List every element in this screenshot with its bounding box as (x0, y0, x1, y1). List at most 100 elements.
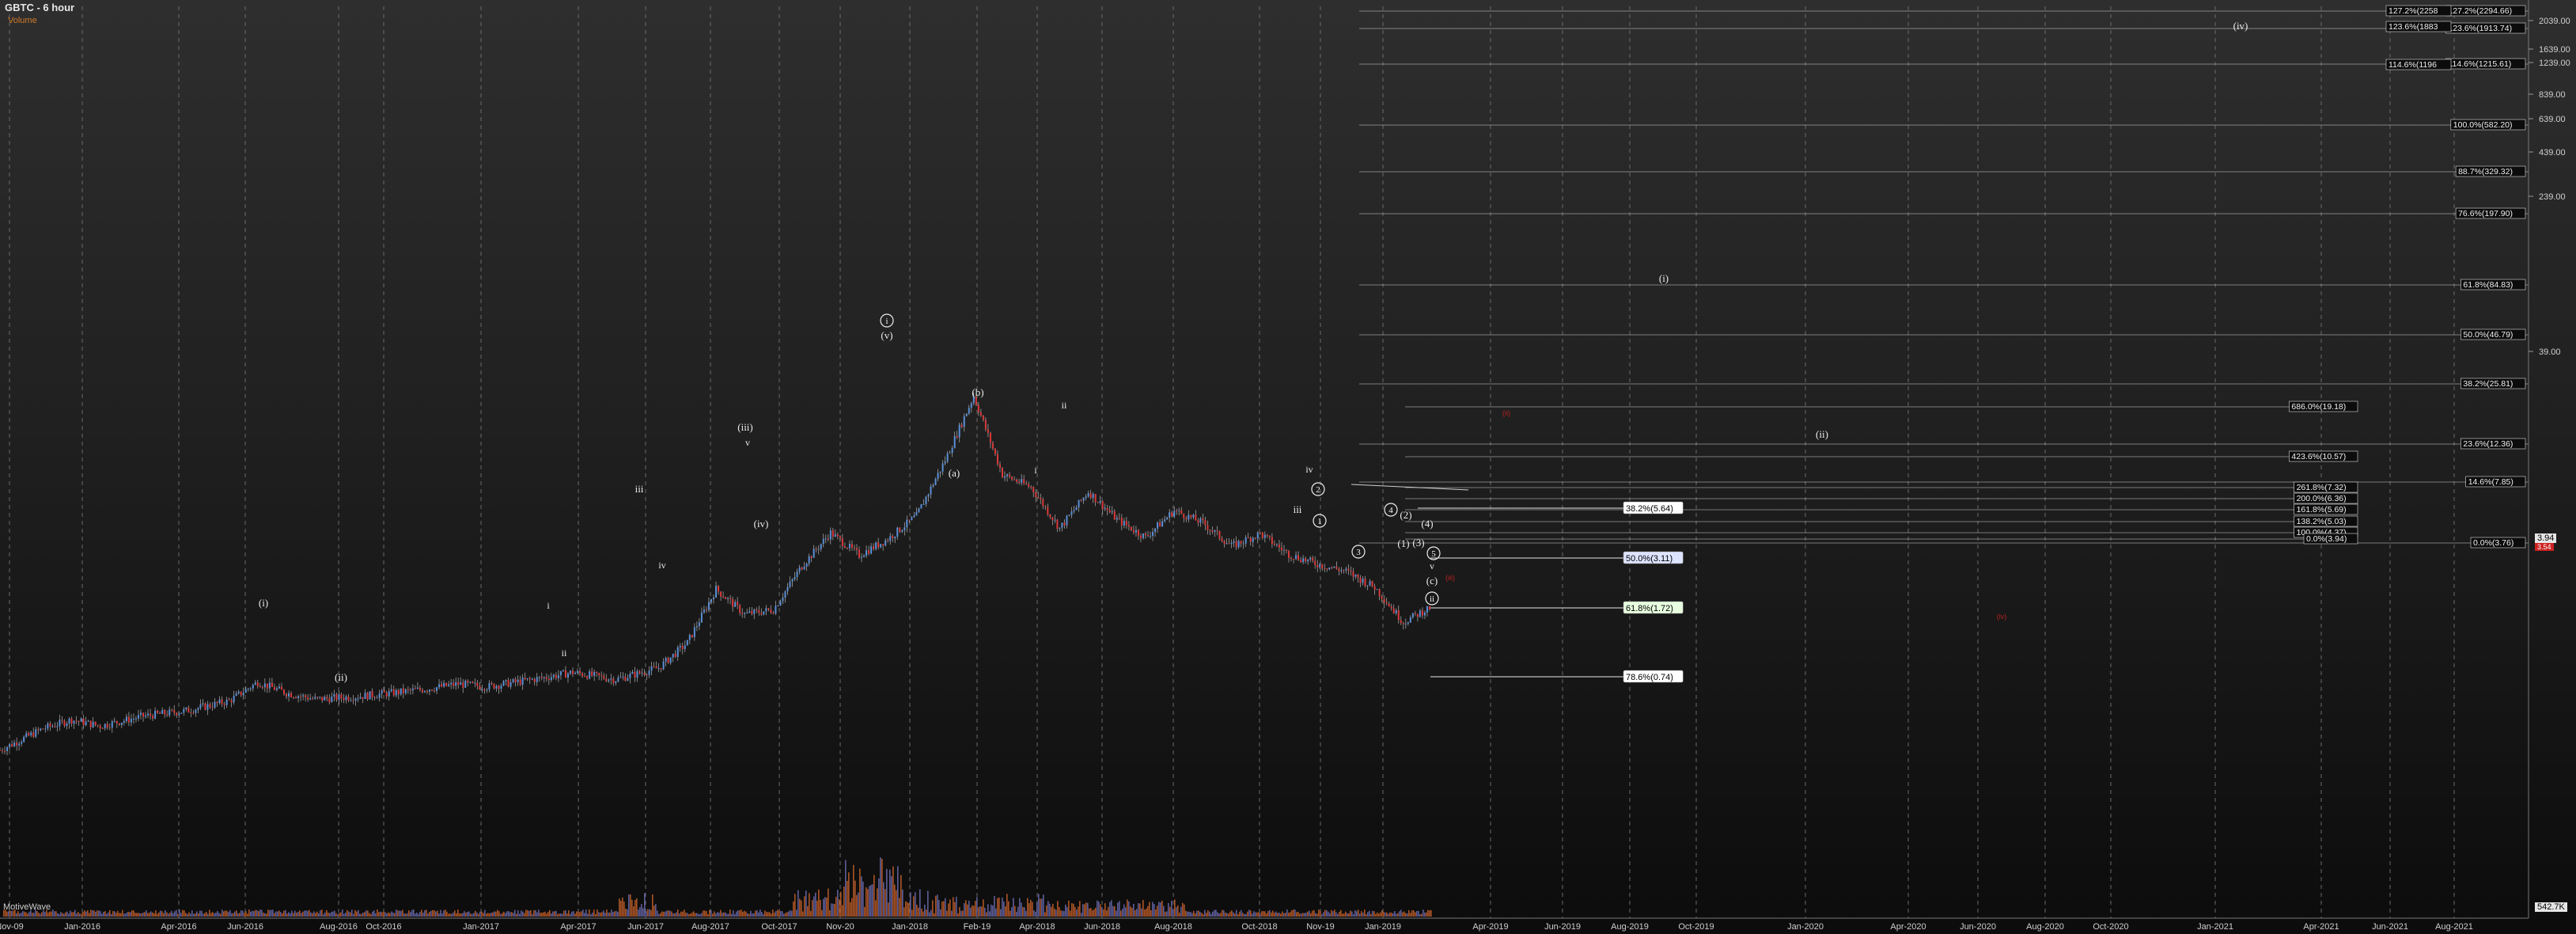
volume-bar (157, 913, 158, 917)
volume-bar (809, 893, 810, 917)
volume-bar (33, 913, 35, 917)
volume-bar (283, 910, 285, 917)
volume-bar (351, 909, 353, 917)
candle-body (834, 534, 836, 537)
candle-body (1207, 525, 1209, 530)
candle-body (1366, 585, 1369, 587)
candle-body (113, 720, 116, 722)
volume-bar (968, 901, 970, 917)
volume-bar (1274, 913, 1275, 917)
volume-bar (764, 910, 766, 917)
volume-bar (367, 910, 369, 917)
wave-label: (iv) (2233, 20, 2248, 32)
wave-label: (ii) (335, 671, 347, 683)
candle-body (963, 416, 965, 427)
candle-body (216, 701, 218, 704)
volume-bar (1415, 912, 1416, 917)
volume-bar (1217, 912, 1218, 917)
candle-body (579, 670, 581, 674)
candle-body (533, 678, 536, 682)
candle-body (612, 678, 615, 683)
volume-bar (1430, 909, 1432, 917)
volume-bar (66, 911, 68, 917)
candle-body (1218, 530, 1221, 539)
candle-body (321, 697, 324, 700)
volume-bar (1090, 908, 1092, 917)
candle-body (1359, 577, 1362, 583)
candle-body (636, 670, 638, 678)
candle-body (123, 720, 125, 723)
candle-body (28, 733, 30, 736)
candle-body (562, 670, 564, 671)
candle-body (1235, 541, 1237, 548)
volume-bar (138, 913, 139, 917)
volume-bar (1362, 913, 1364, 917)
volume-bar (1225, 912, 1226, 917)
volume-bar (282, 913, 283, 917)
price-chart[interactable]: 127.2%(2294.66)123.6%(1913.74)114.6%(121… (0, 0, 2576, 934)
candle-body (498, 685, 500, 689)
candle-body (1195, 514, 1197, 521)
volume-bar (293, 913, 294, 917)
volume-bar (1386, 912, 1388, 917)
candle-body (362, 697, 364, 700)
candle-body (1135, 530, 1137, 533)
volume-bar (1260, 913, 1261, 917)
candle-body (960, 424, 963, 427)
volume-bar (510, 912, 511, 917)
volume-bar (513, 913, 514, 917)
candle-body (221, 699, 223, 704)
volume-bar (92, 910, 93, 917)
candle-body (1244, 537, 1247, 544)
candle-body (1130, 526, 1132, 530)
volume-bar (403, 913, 405, 917)
candle-body (51, 726, 54, 727)
candle-body (61, 719, 63, 721)
candle-body (669, 657, 672, 663)
candle-body (1395, 609, 1397, 613)
candle-body (1319, 564, 1321, 568)
volume-bar (223, 911, 225, 917)
candle-body (705, 609, 707, 611)
volume-bar (397, 910, 399, 917)
volume-bar (1234, 913, 1236, 917)
candle-body (1173, 511, 1176, 517)
volume-bar (326, 909, 328, 917)
volume-bar (476, 913, 478, 917)
volume-bar (824, 897, 826, 917)
candle-body (1011, 476, 1013, 480)
volume-bar (1377, 912, 1378, 917)
volume-bar (894, 884, 896, 917)
volume-bar (1177, 905, 1179, 917)
volume-bar (1256, 912, 1258, 917)
volume-bar (241, 910, 242, 917)
candle-body (59, 719, 61, 727)
volume-bar (941, 901, 943, 917)
candle-body (423, 691, 426, 693)
candle-body (1254, 537, 1256, 539)
candle-body (707, 602, 710, 610)
volume-bar (1112, 906, 1114, 917)
candle-body (25, 733, 28, 737)
candle-body (899, 527, 901, 533)
candle-body (918, 508, 920, 512)
fib-label: 61.8%(1.72) (1626, 604, 1673, 613)
volume-bar (1269, 909, 1271, 917)
candle-body (371, 691, 373, 697)
candle-body (233, 696, 235, 703)
candle-body (521, 678, 524, 685)
volume-bar (1179, 913, 1180, 917)
volume-bar (1304, 913, 1305, 917)
volume-bar (291, 910, 293, 917)
volume-bar (772, 909, 774, 917)
candle-body (646, 674, 648, 676)
volume-bar (696, 913, 698, 917)
volume-bar (74, 909, 76, 917)
grid-lines (9, 6, 2455, 918)
candle-body (729, 598, 732, 600)
volume-bar (987, 904, 989, 917)
candle-body (1409, 617, 1411, 623)
volume-bar (1222, 909, 1223, 917)
candle-body (991, 442, 994, 449)
candle-body (1092, 494, 1094, 499)
